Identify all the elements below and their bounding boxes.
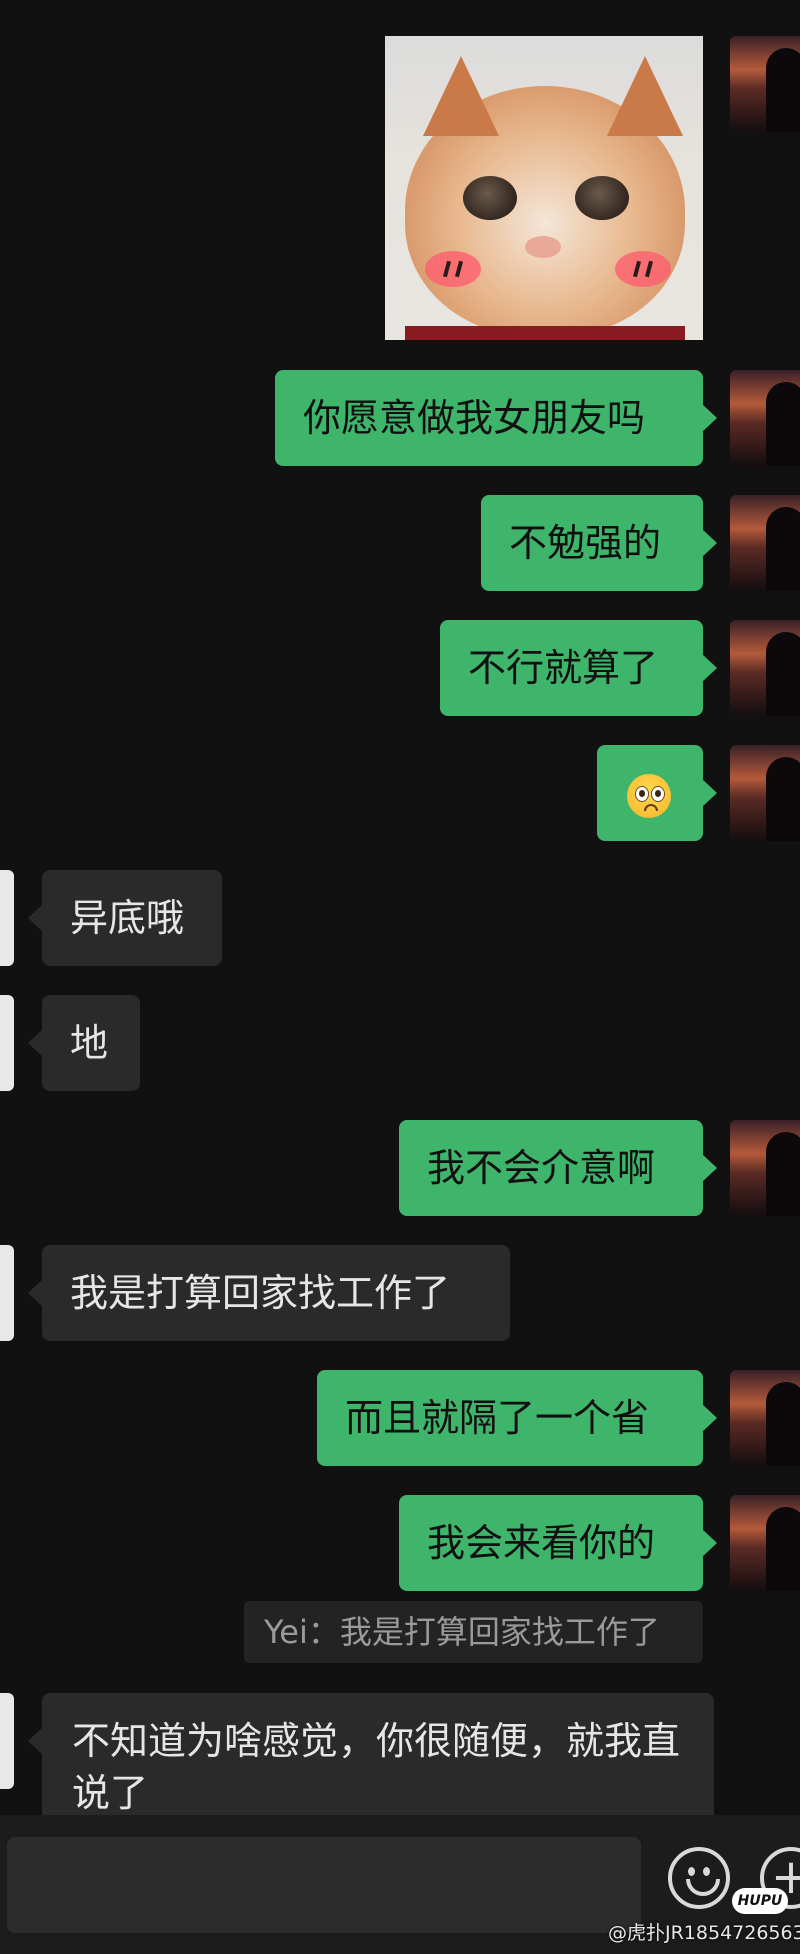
watermark: @虎扑JR1854726563 <box>608 1922 800 1944</box>
their-avatar[interactable] <box>0 870 14 966</box>
their-avatar[interactable] <box>0 1245 14 1341</box>
my-avatar[interactable] <box>730 1120 800 1216</box>
my-avatar[interactable] <box>730 1370 800 1466</box>
their-avatar[interactable] <box>0 995 14 1091</box>
chat-area[interactable]: 你愿意做我女朋友吗 不勉强的 不行就算了 异底哦 地 我不会介意啊 我是打算回家… <box>0 0 800 1815</box>
my-message-bubble[interactable]: 我不会介意啊 <box>399 1120 717 1216</box>
my-avatar[interactable] <box>730 495 800 591</box>
cat-right-blush <box>615 251 671 287</box>
my-avatar[interactable] <box>730 620 800 716</box>
my-avatar[interactable] <box>730 745 800 841</box>
their-message-bubble[interactable]: 我是打算回家找工作了 <box>28 1245 510 1341</box>
my-emoji-bubble[interactable] <box>597 745 717 841</box>
my-avatar[interactable] <box>730 1495 800 1591</box>
cat-left-blush <box>425 251 481 287</box>
hupu-badge: HUPU <box>732 1888 788 1914</box>
my-message-bubble[interactable]: 你愿意做我女朋友吗 <box>275 370 717 466</box>
my-message-bubble[interactable]: 不行就算了 <box>440 620 717 716</box>
cat-nose <box>525 236 561 258</box>
my-avatar[interactable] <box>730 370 800 466</box>
cat-left-eye <box>463 176 517 220</box>
my-message-bubble[interactable]: 我会来看你的 <box>399 1495 717 1591</box>
pleading-face-icon <box>627 773 671 818</box>
cat-left-ear <box>423 56 499 136</box>
their-message-bubble[interactable]: 异底哦 <box>28 870 222 966</box>
my-avatar[interactable] <box>730 36 800 132</box>
my-message-bubble[interactable]: 不勉强的 <box>481 495 717 591</box>
their-message-bubble[interactable]: 不知道为啥感觉，你很随便，就我直说了 <box>28 1693 714 1815</box>
my-message-bubble[interactable]: 而且就隔了一个省 <box>317 1370 717 1466</box>
cat-right-eye <box>575 176 629 220</box>
cat-right-ear <box>607 56 683 136</box>
smiley-face-icon[interactable] <box>668 1847 730 1909</box>
message-input[interactable] <box>7 1837 641 1933</box>
cat-sticker-image[interactable] <box>385 36 703 340</box>
their-avatar[interactable] <box>0 1693 14 1789</box>
their-message-bubble[interactable]: 地 <box>28 995 140 1091</box>
quoted-reply[interactable]: Yei：我是打算回家找工作了 <box>244 1601 703 1663</box>
cat-collar <box>405 326 685 340</box>
